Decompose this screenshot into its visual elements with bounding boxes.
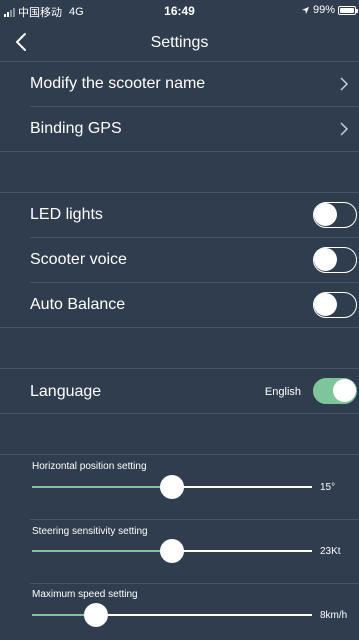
maximum-speed-row: Maximum speed setting 8km/h bbox=[0, 584, 359, 640]
language-label: Language bbox=[30, 383, 102, 400]
slider-thumb[interactable] bbox=[160, 475, 184, 499]
steering-sensitivity-row: Steering sensitivity setting 23Kt bbox=[0, 520, 359, 583]
toggle-knob bbox=[314, 203, 337, 226]
maximum-speed-label: Maximum speed setting bbox=[32, 589, 138, 600]
maximum-speed-slider[interactable] bbox=[32, 603, 312, 627]
steering-sensitivity-label: Steering sensitivity setting bbox=[32, 526, 148, 537]
chevron-right-icon bbox=[340, 77, 349, 91]
slider-fill bbox=[32, 486, 172, 488]
scooter-voice-row: Scooter voice bbox=[0, 238, 359, 282]
horizontal-position-slider[interactable] bbox=[32, 475, 312, 499]
slider-thumb[interactable] bbox=[160, 539, 184, 563]
chevron-right-icon bbox=[340, 122, 349, 136]
location-arrow-icon bbox=[301, 6, 310, 14]
auto-balance-label: Auto Balance bbox=[30, 296, 126, 313]
maximum-speed-value: 8km/h bbox=[320, 610, 348, 621]
nav-bar: Settings bbox=[0, 24, 359, 60]
language-row: Language English bbox=[0, 369, 359, 413]
steering-sensitivity-value: 23Kt bbox=[320, 546, 341, 557]
horizontal-position-value: 15° bbox=[320, 482, 336, 493]
led-lights-label: LED lights bbox=[30, 206, 103, 223]
horizontal-position-row: Horizontal position setting 15° bbox=[0, 455, 359, 519]
rename-scooter-label: Modify the scooter name bbox=[30, 75, 206, 92]
toggle-knob bbox=[314, 248, 337, 271]
auto-balance-row: Auto Balance bbox=[0, 283, 359, 327]
divider bbox=[0, 327, 359, 328]
divider bbox=[0, 413, 359, 414]
slider-fill bbox=[32, 550, 172, 552]
toggle-knob bbox=[314, 293, 337, 316]
battery-icon bbox=[338, 5, 358, 15]
led-lights-toggle[interactable] bbox=[313, 202, 357, 228]
divider bbox=[0, 151, 359, 152]
rename-scooter-row[interactable]: Modify the scooter name bbox=[0, 62, 359, 106]
status-bar: 中国移动 4G 16:49 99% bbox=[0, 0, 359, 20]
scooter-voice-label: Scooter voice bbox=[30, 251, 127, 268]
slider-thumb[interactable] bbox=[84, 603, 109, 627]
language-toggle[interactable] bbox=[313, 378, 357, 404]
binding-gps-label: Binding GPS bbox=[30, 120, 122, 137]
toggle-knob bbox=[333, 379, 356, 402]
auto-balance-toggle[interactable] bbox=[313, 292, 357, 318]
horizontal-position-label: Horizontal position setting bbox=[32, 461, 147, 472]
steering-sensitivity-slider[interactable] bbox=[32, 539, 312, 563]
language-value: English bbox=[264, 386, 301, 398]
binding-gps-row[interactable]: Binding GPS bbox=[0, 107, 359, 151]
status-right: 99% bbox=[301, 4, 358, 16]
page-title: Settings bbox=[150, 34, 209, 51]
battery-percent: 99% bbox=[312, 4, 335, 16]
led-lights-row: LED lights bbox=[0, 193, 359, 237]
scooter-voice-toggle[interactable] bbox=[313, 247, 357, 273]
